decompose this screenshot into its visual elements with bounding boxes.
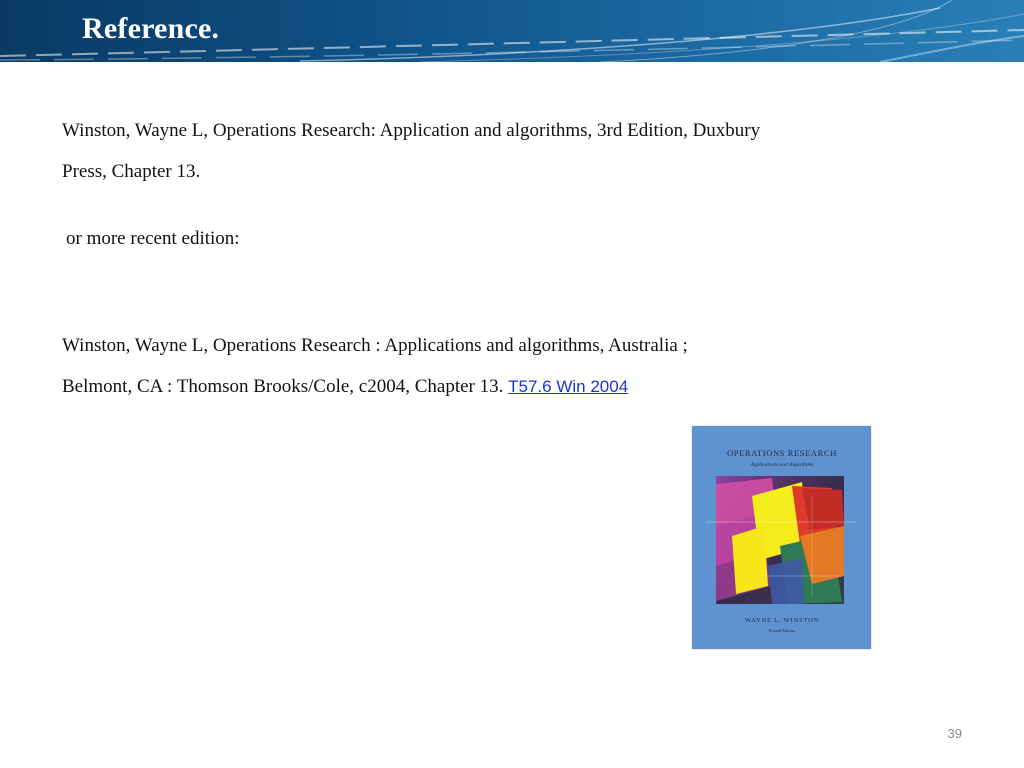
reference-1-line-2: Press, Chapter 13. [62,161,201,182]
book-cover-title: Operations Research [727,448,837,458]
reference-2-line-1: Winston, Wayne L, Operations Research : … [62,335,688,356]
book-cover-artwork [706,476,856,604]
slide: Reference. Winston, Wayne L, Operations … [0,0,1024,768]
reference-1: Winston, Wayne L, Operations Research: A… [62,110,760,192]
book-cover-subtitle: Applications and Algorithms [749,462,813,468]
reference-2-line-2: Belmont, CA : Thomson Brooks/Cole, c2004… [62,376,504,397]
reference-2: Winston, Wayne L, Operations Research : … [62,325,688,407]
recent-edition-note: or more recent edition: [66,228,240,249]
book-cover-author: Wayne L. Winston [745,617,819,624]
call-number-link[interactable]: T57.6 Win 2004 [508,377,628,396]
book-cover-edition: Fourth Edition [768,628,797,633]
book-cover-image: Operations Research Applications and Alg… [692,426,871,649]
slide-title: Reference. [82,12,220,45]
reference-1-line-1: Winston, Wayne L, Operations Research: A… [62,120,761,141]
title-bar: Reference. [0,0,1024,62]
page-number: 39 [947,726,962,741]
